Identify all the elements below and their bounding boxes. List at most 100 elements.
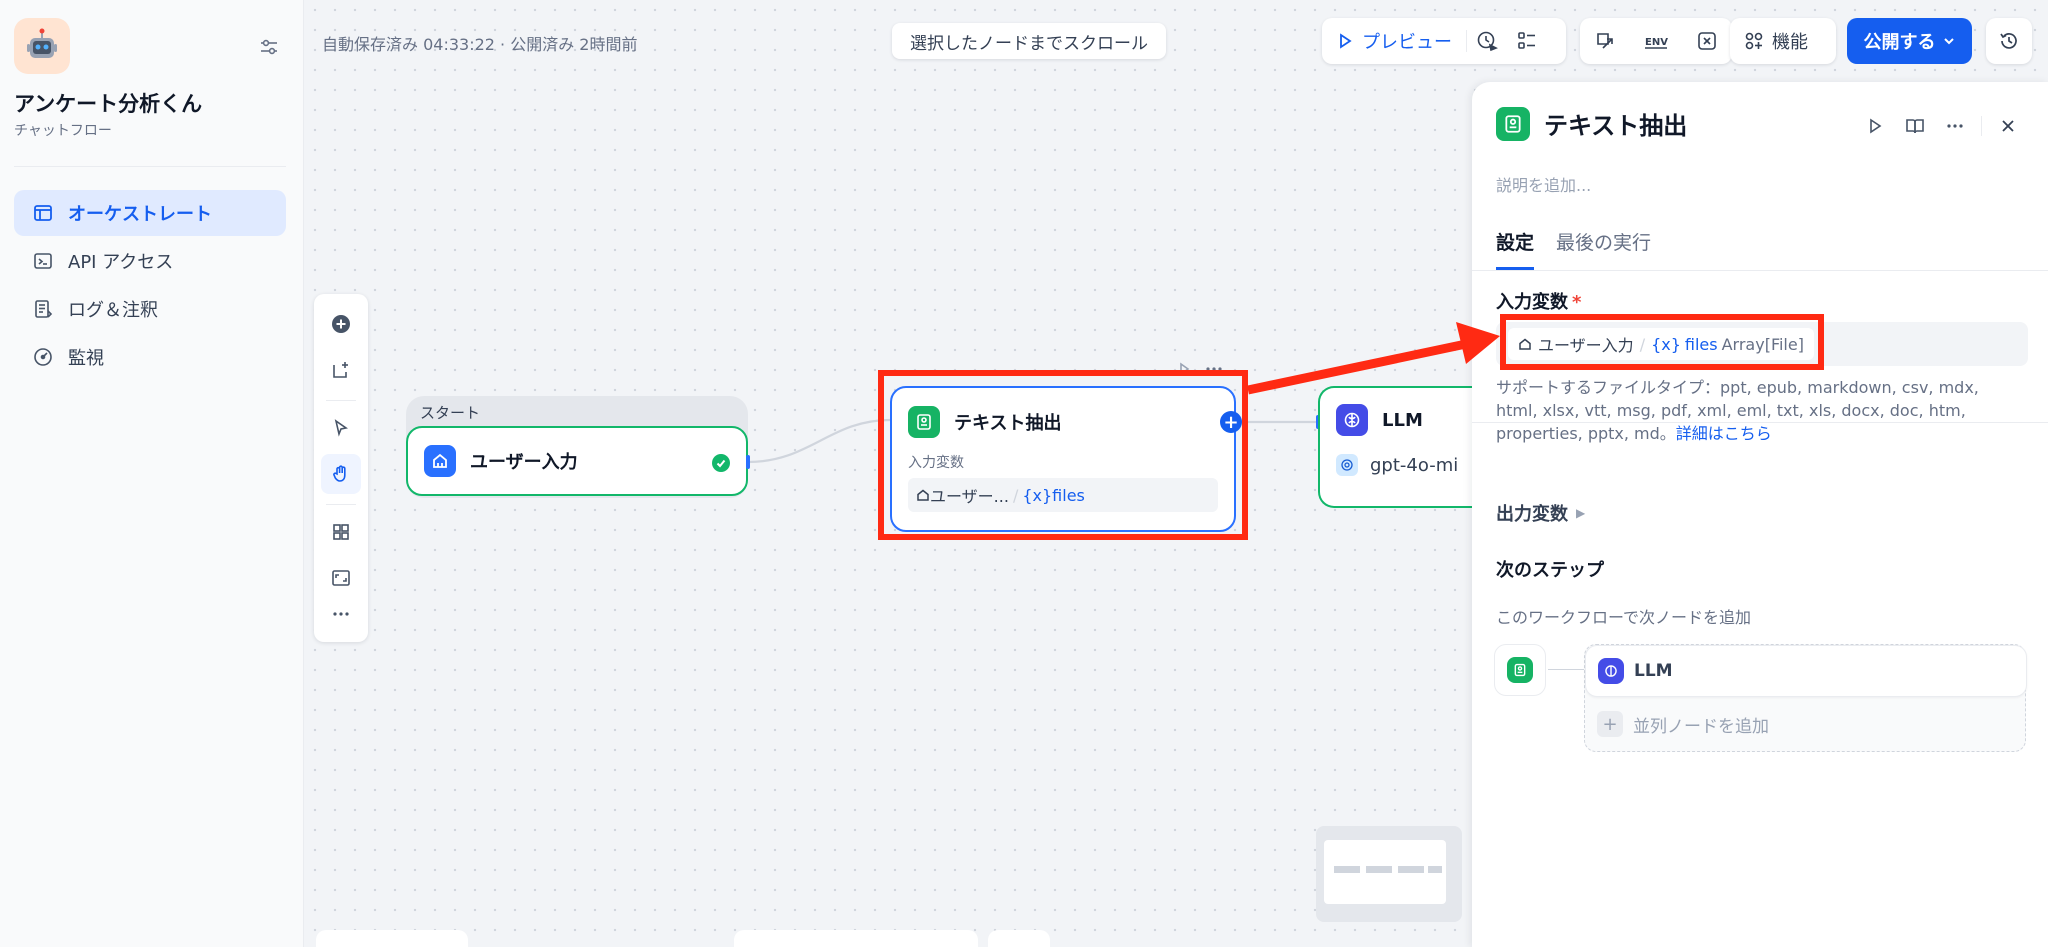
toolbar-divider	[326, 400, 356, 401]
fit-view-icon[interactable]	[321, 558, 361, 598]
output-port[interactable]	[746, 455, 750, 469]
features-toolbar: 機能	[1730, 18, 1836, 64]
success-check-icon	[712, 454, 730, 472]
preview-button[interactable]: プレビュー	[1322, 18, 1466, 64]
connector-line	[1548, 669, 1588, 670]
start-group-label: スタート	[420, 404, 481, 422]
next-node-label: LLM	[1634, 661, 1673, 681]
save-status: 自動保存済み 04:33:22 · 公開済み 2時間前	[322, 35, 638, 54]
more-icon[interactable]	[321, 594, 361, 634]
publish-label: 公開する	[1863, 32, 1936, 53]
app-type: チャットフロー	[14, 123, 112, 139]
add-note-icon[interactable]	[321, 350, 361, 390]
orchestrate-icon	[32, 202, 54, 224]
zoom-control[interactable]	[316, 930, 468, 947]
supported-file-types: サポートするファイルタイプ：ppt, epub, markdown, csv, …	[1496, 376, 2016, 445]
document-extract-icon	[1496, 106, 1530, 141]
panel-actions	[1855, 110, 2028, 142]
run-history-icon[interactable]	[1467, 18, 1507, 64]
sidebar-item-logs[interactable]: ログ＆注釈	[14, 286, 286, 332]
scroll-to-node-button[interactable]: 選択したノードまでスクロール	[892, 23, 1166, 59]
plus-icon: +	[1597, 711, 1623, 737]
learn-more-link[interactable]: 詳細はこちら	[1676, 424, 1772, 443]
description-input[interactable]: 説明を追加...	[1496, 172, 1591, 196]
canvas-bottom-bar[interactable]	[734, 930, 978, 947]
section-divider	[1472, 422, 2048, 423]
version-history-button[interactable]	[1986, 18, 2032, 64]
home-icon	[424, 445, 456, 477]
start-node-group: スタート ユーザー入力	[406, 396, 748, 498]
robot-icon	[14, 18, 70, 74]
env-icon[interactable]: ENV	[1636, 18, 1676, 64]
features-label: 機能	[1772, 32, 1808, 53]
llm-brain-icon	[1336, 404, 1368, 436]
history-icon	[2000, 33, 2017, 49]
sidebar-nav: オーケストレート API アクセス ログ＆注釈 監視	[14, 190, 286, 382]
app-name: アンケート分析くん	[14, 92, 203, 116]
preview-toolbar: プレビュー	[1322, 18, 1566, 64]
checklist-icon[interactable]	[1507, 18, 1547, 64]
sidebar-item-orchestrate[interactable]: オーケストレート	[14, 190, 286, 236]
required-marker: *	[1572, 292, 1582, 313]
grid-plus-icon	[1745, 32, 1763, 50]
minimap-viewport	[1324, 840, 1446, 904]
sidebar-item-monitor[interactable]: 監視	[14, 334, 286, 380]
document-extract-icon	[1507, 657, 1533, 683]
model-row: gpt-4o-mi	[1336, 454, 1462, 476]
run-node-icon[interactable]	[1855, 110, 1895, 142]
next-node-llm[interactable]: LLM	[1585, 645, 2027, 697]
next-step-title: 次のステップ	[1496, 560, 1604, 581]
node-title: ユーザー入力	[470, 452, 578, 473]
play-icon	[1340, 33, 1352, 49]
book-open-icon[interactable]	[1895, 110, 1935, 142]
next-step-subtitle: このワークフローで次ノードを追加	[1496, 608, 1752, 627]
output-variable-toggle[interactable]: 出力変数 ▶	[1496, 500, 1585, 526]
openai-icon	[1336, 454, 1358, 476]
publish-button[interactable]: 公開する	[1847, 18, 1972, 64]
preview-label: プレビュー	[1362, 32, 1452, 53]
pointer-icon[interactable]	[321, 408, 361, 448]
toolbar-divider	[326, 504, 356, 505]
panel-tabs: 設定 最後の実行	[1496, 228, 1673, 270]
canvas-toolbar	[314, 294, 368, 642]
sidebar-item-label: オーケストレート	[68, 204, 212, 225]
highlight-box-variable	[1500, 314, 1824, 370]
minimap[interactable]	[1316, 826, 1462, 922]
add-node-icon[interactable]	[321, 304, 361, 344]
canvas-bottom-button[interactable]	[988, 930, 1050, 947]
tab-last-run[interactable]: 最後の実行	[1556, 228, 1651, 270]
features-button[interactable]: 機能	[1730, 18, 1822, 64]
user-input-node[interactable]: ユーザー入力	[406, 426, 748, 496]
sidebar-item-api[interactable]: API アクセス	[14, 238, 286, 284]
tab-settings[interactable]: 設定	[1496, 228, 1535, 270]
node-settings-panel: テキスト抽出 説明を追加... 設定 最後の実行 入力変数 * ユーザー入力 / …	[1472, 82, 2048, 947]
llm-brain-icon	[1598, 658, 1624, 684]
close-icon[interactable]	[1988, 110, 2028, 142]
section-title: 出力変数	[1496, 504, 1568, 525]
sidebar-item-label: API アクセス	[68, 252, 174, 273]
panel-divider	[1981, 116, 1982, 136]
highlight-box-node	[878, 370, 1248, 540]
sidebar-item-label: 監視	[68, 348, 104, 369]
sliders-icon[interactable]	[256, 34, 282, 60]
add-parallel-label: 並列ノードを追加	[1633, 716, 1769, 737]
checkpoint-icon[interactable]	[1585, 18, 1625, 64]
hand-icon[interactable]	[321, 454, 361, 494]
monitor-icon	[32, 346, 54, 368]
more-icon[interactable]	[1935, 110, 1975, 142]
log-icon	[32, 298, 54, 320]
variable-x-icon[interactable]	[1687, 18, 1727, 64]
panel-title[interactable]: テキスト抽出	[1544, 106, 1687, 141]
model-name: gpt-4o-mi	[1370, 454, 1459, 476]
llm-node[interactable]: LLM gpt-4o-mi	[1318, 386, 1478, 508]
chevron-down-icon	[1943, 38, 1954, 45]
app-sidebar: アンケート分析くん チャットフロー オーケストレート API アクセス ログ＆注…	[0, 0, 304, 947]
add-parallel-node-button[interactable]: + 並列ノードを追加	[1597, 711, 1769, 737]
svg-text:ENV: ENV	[1645, 37, 1668, 48]
current-node-badge	[1494, 644, 1546, 696]
organize-blocks-icon[interactable]	[321, 512, 361, 552]
next-nodes-list: LLM + 並列ノードを追加	[1584, 644, 2027, 752]
caret-right-icon: ▶	[1576, 506, 1586, 520]
node-title: LLM	[1382, 409, 1423, 431]
terminal-icon	[32, 250, 54, 272]
